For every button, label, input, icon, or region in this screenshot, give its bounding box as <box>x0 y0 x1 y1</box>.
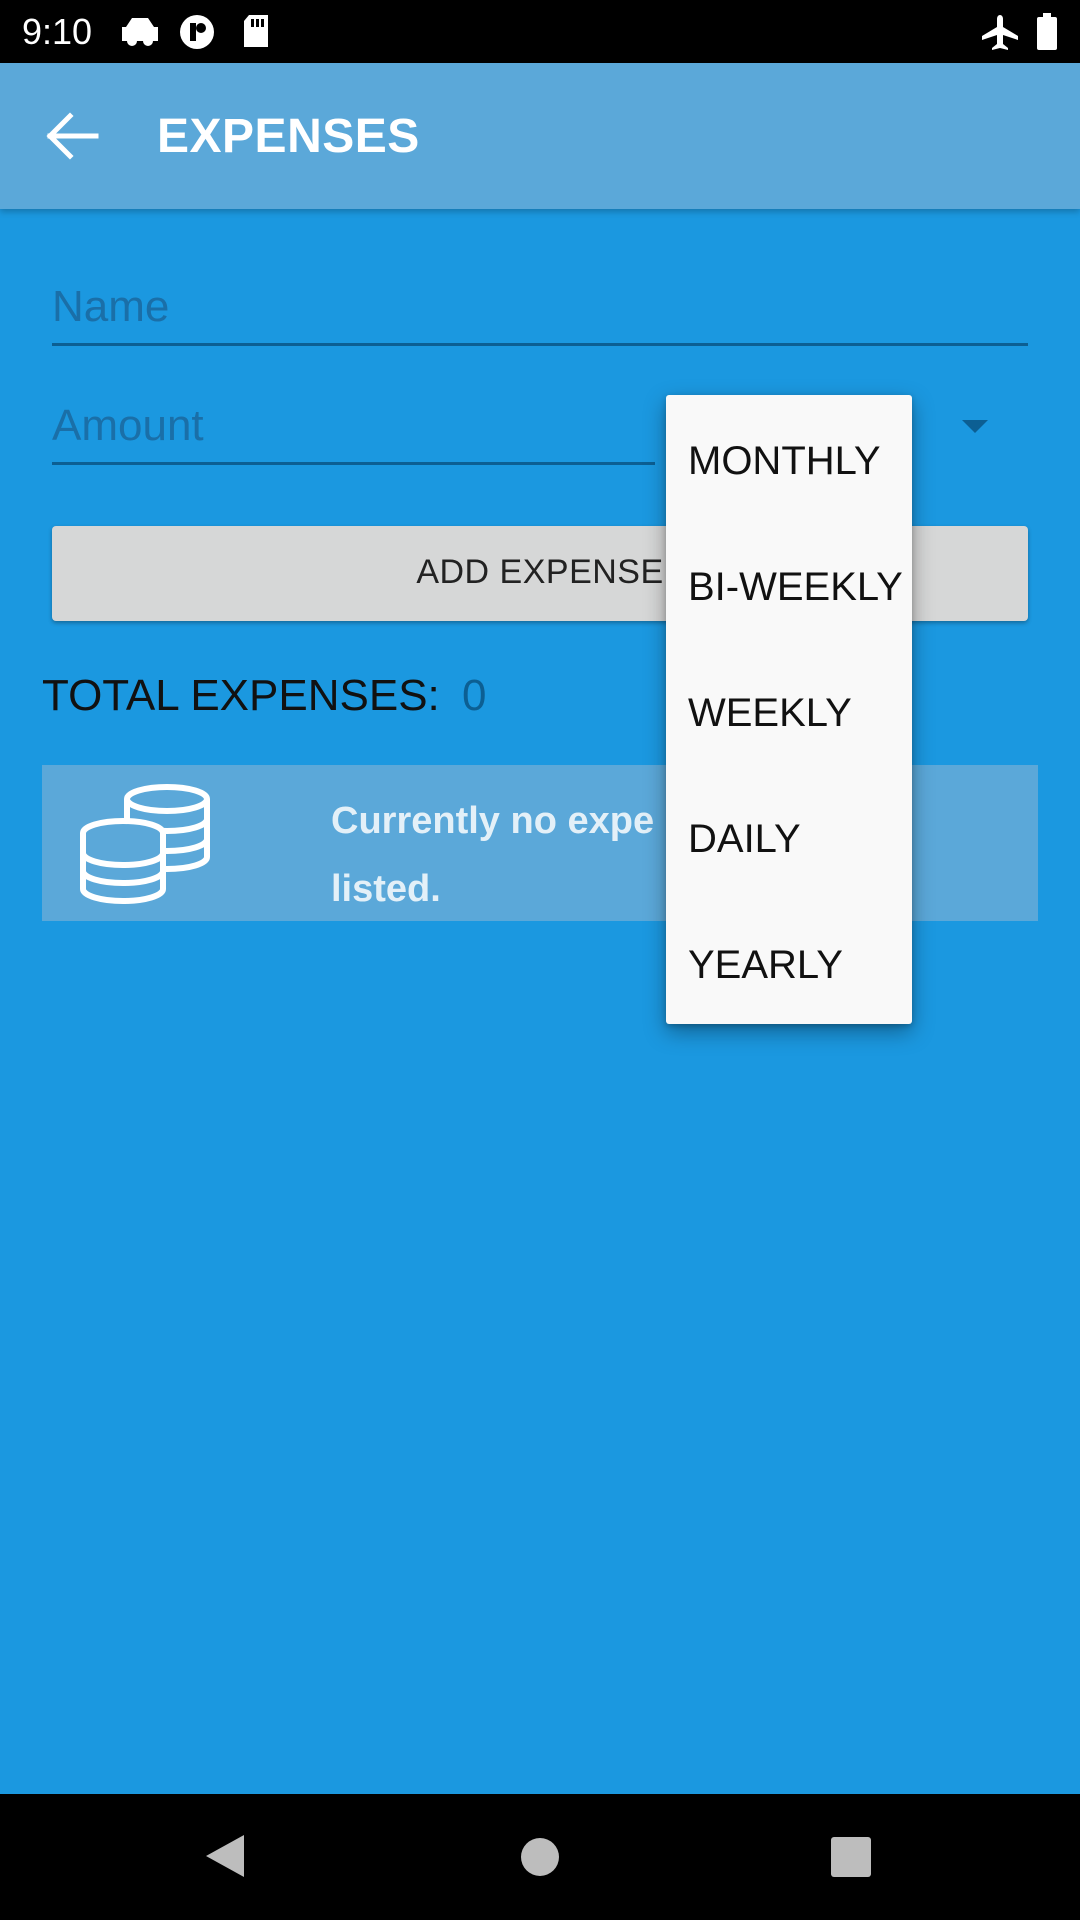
status-time: 9:10 <box>22 11 93 52</box>
empty-state-message: Currently no expe listed. <box>331 787 711 923</box>
app-bar: EXPENSES <box>0 63 1080 209</box>
chevron-down-icon[interactable] <box>962 420 988 433</box>
dropdown-option-yearly[interactable]: YEARLY <box>688 940 843 990</box>
total-expenses-label: TOTAL EXPENSES: <box>42 671 440 720</box>
dropdown-option-weekly[interactable]: WEEKLY <box>688 688 852 738</box>
dropdown-option-monthly[interactable]: MONTHLY <box>688 436 881 486</box>
status-bar: 9:10 <box>0 0 1080 63</box>
battery-icon <box>1037 13 1057 50</box>
home-circle-icon[interactable] <box>519 1836 561 1878</box>
total-expenses-value: 0 <box>462 671 487 720</box>
back-triangle-icon[interactable] <box>204 1833 246 1879</box>
airplane-mode-icon <box>982 15 1018 50</box>
name-placeholder: Name <box>52 282 170 331</box>
name-field[interactable]: Name <box>52 275 1028 346</box>
amount-placeholder: Amount <box>52 401 204 450</box>
amount-field[interactable]: Amount <box>52 394 655 465</box>
dropdown-option-daily[interactable]: DAILY <box>688 814 801 864</box>
frequency-dropdown: MONTHLY BI-WEEKLY WEEKLY DAILY YEARLY <box>666 395 912 1024</box>
arrow-back-icon[interactable] <box>44 110 104 162</box>
empty-state-line-1: Currently no expe <box>331 800 655 842</box>
navigation-bar <box>0 1794 1080 1920</box>
notification-icon <box>180 15 214 49</box>
recents-square-icon[interactable] <box>830 1836 872 1878</box>
empty-state-line-2: listed. <box>331 868 441 910</box>
page-title: EXPENSES <box>157 110 420 163</box>
car-icon <box>122 18 158 46</box>
coins-icon <box>80 784 210 904</box>
dropdown-option-bi-weekly[interactable]: BI-WEEKLY <box>688 562 903 612</box>
sd-card-icon <box>244 15 268 47</box>
